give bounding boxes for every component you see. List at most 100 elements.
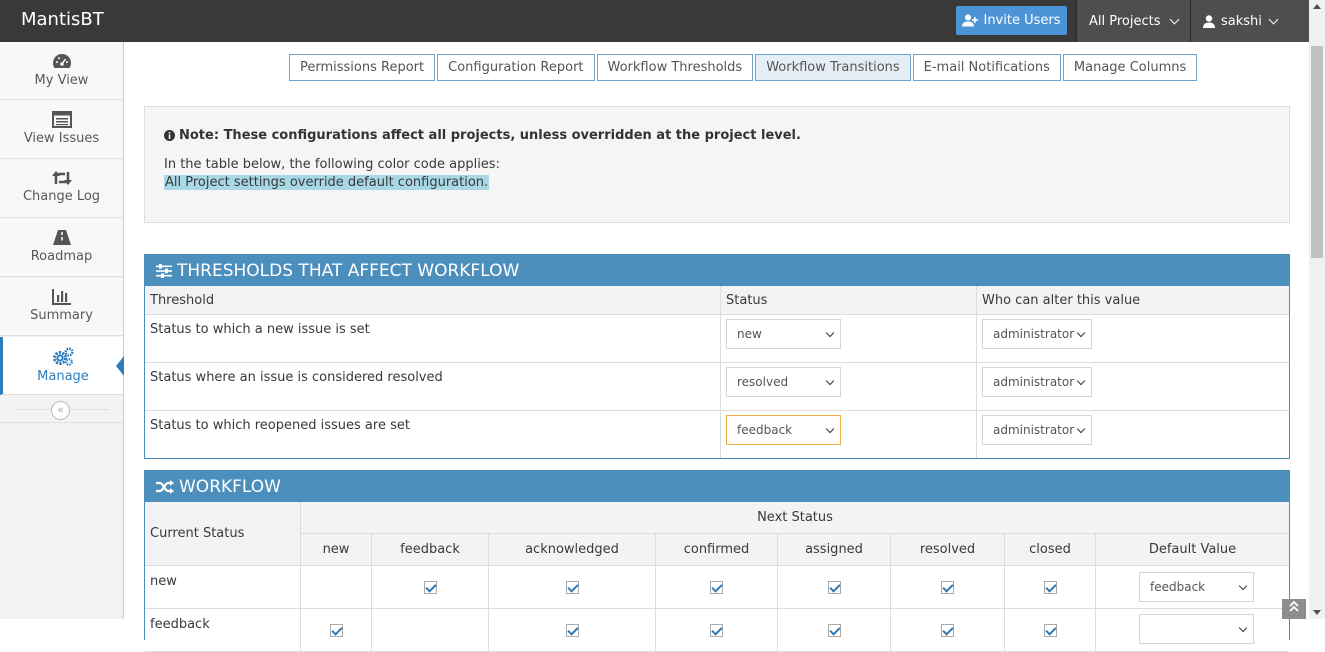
double-chevron-up-icon [1289,600,1299,612]
project-selector[interactable]: All Projects [1076,0,1190,42]
workflow-widget: WORKFLOW Current Status Next Status new … [144,470,1290,652]
who-can-alter-select[interactable]: administrator [982,319,1092,349]
who-can-alter-select[interactable]: administrator [982,415,1092,445]
tab-configuration-report[interactable]: Configuration Report [437,54,595,81]
chevron-down-icon [1238,581,1248,591]
status-select[interactable]: feedback [726,415,841,445]
scroll-down-arrow-icon[interactable] [1313,610,1321,615]
thresholds-title: THRESHOLDS THAT AFFECT WORKFLOW [177,260,520,281]
column-header: new [300,533,372,566]
who-can-alter-select[interactable]: administrator [982,367,1092,397]
transition-checkbox[interactable] [941,623,954,637]
default-value-cell: feedback [1095,565,1289,609]
sidebar-item-view-issues[interactable]: View Issues [0,101,123,159]
transition-checkbox[interactable] [827,580,841,594]
threshold-label: Status where an issue is considered reso… [145,362,721,411]
user-menu-label: sakshi [1221,13,1262,29]
retweet-icon [51,171,72,185]
transition-checkbox[interactable] [329,623,343,637]
sidebar: My View View Issues Change Log Roadmap S… [0,42,124,619]
bar-chart-icon [51,289,71,305]
column-header: closed [1004,533,1096,566]
transition-cell [655,565,778,609]
random-icon [156,479,174,494]
status-select-value: resolved [737,375,789,389]
chevron-down-icon [825,424,835,434]
status-select[interactable]: resolved [726,367,841,397]
dashboard-icon [52,54,71,68]
tab-manage-columns[interactable]: Manage Columns [1062,54,1198,81]
note-title: Note: These configurations affect all pr… [164,128,801,143]
configuration-note: Note: These configurations affect all pr… [144,106,1290,223]
brand-logo[interactable]: MantisBT [21,9,104,30]
transition-checkbox[interactable] [565,623,579,637]
sidebar-item-roadmap[interactable]: Roadmap [0,219,123,277]
transition-cell [488,565,656,609]
default-value-select[interactable]: feedback [1139,572,1254,602]
transition-cell [777,565,891,609]
column-header: Threshold [145,286,721,315]
sidebar-item-summary[interactable]: Summary [0,278,123,336]
transition-cell [777,608,891,652]
tab-workflow-thresholds[interactable]: Workflow Thresholds [596,54,754,81]
report-tabs: Permissions Report Configuration Report … [289,54,1198,81]
chevron-down-icon [1076,328,1086,338]
transition-checkbox[interactable] [710,580,723,594]
scroll-to-top-button[interactable] [1282,599,1306,619]
column-header: resolved [890,533,1005,566]
collapse-sidebar-icon[interactable]: « [51,401,70,420]
transition-cell [1004,565,1096,609]
user-plus-icon [962,14,979,27]
column-header: Status [720,286,977,315]
sidebar-item-label: View Issues [23,131,100,146]
default-value-select-value: feedback [1150,580,1206,594]
who-select-value: administrator [993,327,1075,341]
sidebar-item-my-view[interactable]: My View [0,42,123,100]
scroll-up-arrow-icon[interactable] [1313,4,1321,9]
column-header: Who can alter this value [976,286,1289,315]
threshold-label: Status to which a new issue is set [145,314,721,363]
sidebar-item-manage[interactable]: Manage [0,337,124,395]
invite-users-label: Invite Users [983,13,1061,28]
default-value-cell [1095,608,1289,652]
transition-cell [488,608,656,652]
transition-checkbox[interactable] [565,580,579,594]
chevron-down-icon [1076,424,1086,434]
sidebar-collapse-row: « [0,397,123,423]
sidebar-item-change-log[interactable]: Change Log [0,160,123,218]
scrollbar-thumb[interactable] [1311,46,1323,258]
invite-users-button[interactable]: Invite Users [956,6,1067,35]
chevron-down-icon [1268,14,1279,24]
threshold-label: Status to which reopened issues are set [145,410,721,458]
chevron-down-icon [825,328,835,338]
transition-cell [655,608,778,652]
column-header: assigned [777,533,891,566]
thresholds-header: THRESHOLDS THAT AFFECT WORKFLOW [145,255,1289,286]
tab-permissions-report[interactable]: Permissions Report [289,54,436,81]
status-select[interactable]: new [726,319,841,349]
transition-checkbox[interactable] [423,580,437,594]
user-menu[interactable]: sakshi [1190,0,1309,42]
tab-email-notifications[interactable]: E-mail Notifications [912,54,1061,81]
thresholds-widget: THRESHOLDS THAT AFFECT WORKFLOW Threshol… [144,254,1290,459]
who-cell: administrator [976,362,1289,411]
chevron-down-icon [1238,623,1248,633]
transition-checkbox[interactable] [941,580,954,594]
transition-checkbox[interactable] [827,623,841,637]
table-row: feedback [145,608,1289,652]
status-cell: resolved [720,362,977,411]
chevron-down-icon [1076,376,1086,386]
transition-checkbox[interactable] [1043,623,1057,637]
tab-workflow-transitions[interactable]: Workflow Transitions [755,54,911,81]
next-status-header: Next Status [300,502,1289,534]
transition-checkbox[interactable] [1043,580,1057,594]
note-title-text: Note: These configurations affect all pr… [179,128,801,143]
who-cell: administrator [976,314,1289,363]
transition-checkbox[interactable] [710,623,723,637]
transition-cell [1004,608,1096,652]
vertical-scrollbar[interactable] [1309,0,1325,619]
transition-cell [371,608,489,652]
table-row: Status to which a new issue is set new a… [145,314,1289,363]
sliders-icon [156,263,172,278]
current-status-label: new [145,565,301,609]
